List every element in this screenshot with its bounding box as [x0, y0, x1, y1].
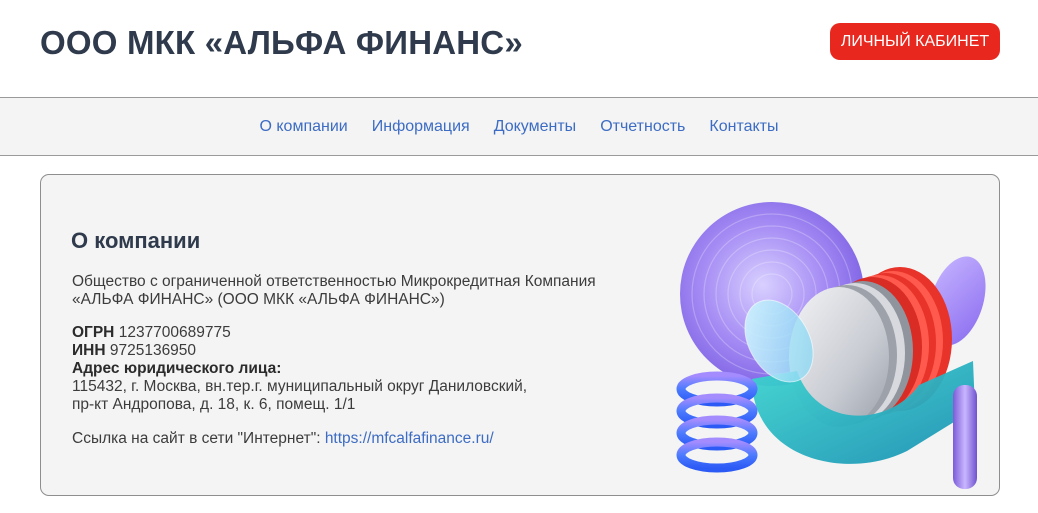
address-label-row: Адрес юридического лица: — [72, 360, 632, 378]
nav-item-about[interactable]: О компании — [259, 118, 347, 136]
blue-spring-shape — [676, 371, 758, 473]
ogrn-row: ОГРН 1237700689775 — [72, 324, 632, 342]
nav-item-reports[interactable]: Отчетность — [600, 118, 685, 136]
website-label: Ссылка на сайт в сети "Интернет": — [72, 430, 321, 447]
address-line-2: пр-кт Андропова, д. 18, к. 6, помещ. 1/1 — [72, 396, 356, 413]
website-row: Ссылка на сайт в сети "Интернет": https:… — [72, 430, 632, 448]
company-description: Общество с ограниченной ответственностью… — [72, 273, 632, 309]
ogrn-value: 1237700689775 — [118, 324, 231, 341]
nav-item-contacts[interactable]: Контакты — [709, 118, 778, 136]
description-line-2: «АЛЬФА ФИНАНС» (ООО МКК «АЛЬФА ФИНАНС») — [72, 291, 445, 308]
site-title: ООО МКК «АЛЬФА ФИНАНС» — [40, 24, 523, 61]
inn-label: ИНН — [72, 342, 106, 359]
description-line-1: Общество с ограниченной ответственностью… — [72, 273, 596, 290]
inn-value: 9725136950 — [109, 342, 197, 359]
website-link[interactable]: https://mfcalfafinance.ru/ — [325, 430, 494, 447]
purple-rod-shape — [953, 385, 977, 489]
about-heading: О компании — [71, 228, 201, 253]
nav-item-information[interactable]: Информация — [372, 118, 470, 136]
about-card: О компании Общество с ограниченной ответ… — [40, 174, 1000, 496]
address-line-1: 115432, г. Москва, вн.тер.г. муниципальн… — [72, 378, 528, 395]
inn-row: ИНН 9725136950 — [72, 342, 632, 360]
personal-cabinet-button[interactable]: ЛИЧНЫЙ КАБИНЕТ — [830, 23, 1000, 60]
address-label: Адрес юридического лица: — [72, 360, 282, 377]
abstract-3d-illustration — [676, 202, 986, 489]
page: ООО МКК «АЛЬФА ФИНАНС» ЛИЧНЫЙ КАБИНЕТ О … — [0, 0, 1038, 513]
ogrn-label: ОГРН — [72, 324, 115, 341]
header: ООО МКК «АЛЬФА ФИНАНС» ЛИЧНЫЙ КАБИНЕТ — [0, 0, 1038, 97]
main-nav: О компании Информация Документы Отчетнос… — [0, 97, 1038, 156]
company-requisites: ОГРН 1237700689775 ИНН 9725136950 Адрес … — [72, 324, 632, 414]
nav-item-documents[interactable]: Документы — [494, 118, 576, 136]
